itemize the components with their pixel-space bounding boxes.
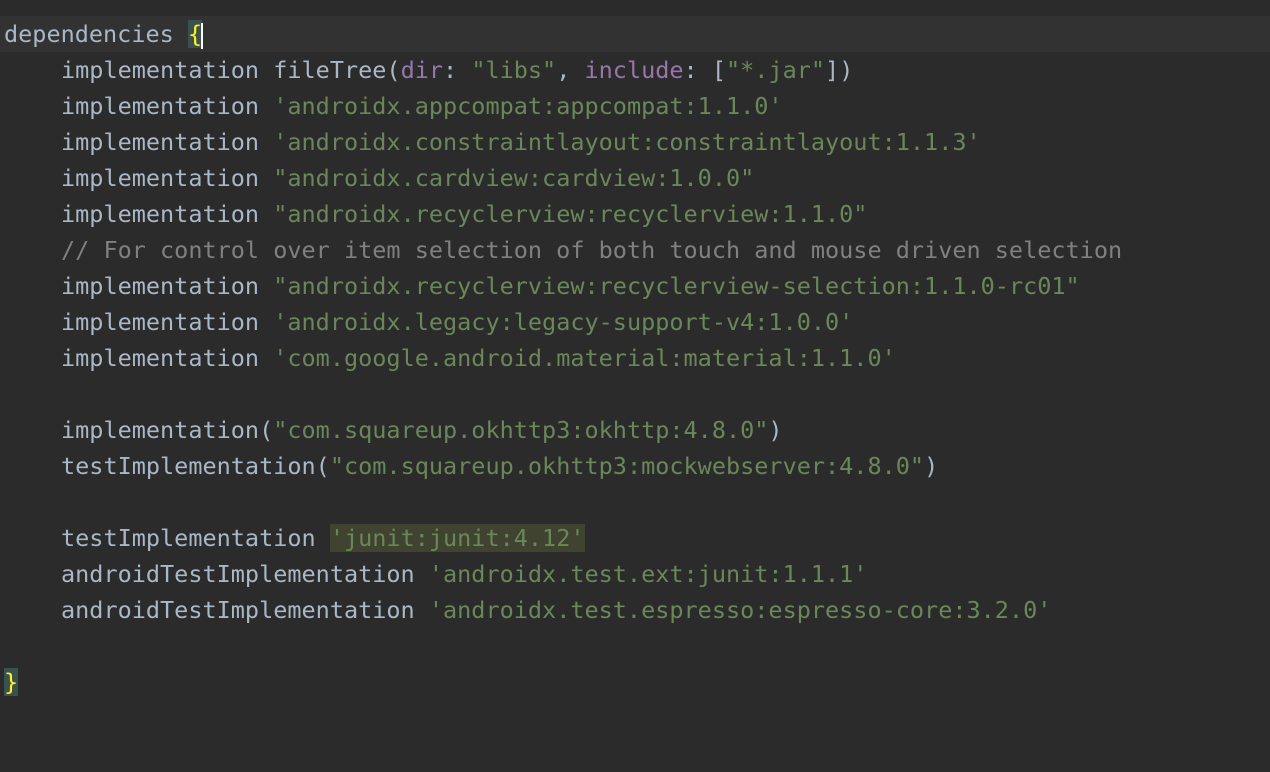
code-token: "androidx.recyclerview:recyclerview-sele… (273, 272, 1080, 300)
code-line-3[interactable]: implementation 'androidx.appcompat:appco… (0, 88, 1270, 124)
code-line-18[interactable] (0, 628, 1270, 664)
code-token: } (4, 668, 19, 696)
code-token: implementation (61, 128, 274, 156)
code-token: implementation fileTree( (61, 56, 401, 84)
line-content: // For control over item selection of bo… (61, 232, 1122, 268)
code-line-15[interactable]: testImplementation 'junit:junit:4.12' (0, 520, 1270, 556)
code-token: : [ (683, 56, 726, 84)
line-content: implementation "androidx.recyclerview:re… (61, 196, 867, 232)
code-token: dependencies (4, 20, 188, 48)
code-token: ]) (825, 56, 854, 84)
code-line-19[interactable]: } (0, 664, 1270, 700)
code-token: "androidx.recyclerview:recyclerview:1.1.… (273, 200, 868, 228)
code-token: "libs" (471, 56, 557, 84)
code-token: "com.squareup.okhttp3:okhttp:4.8.0" (273, 416, 769, 444)
code-line-2[interactable]: implementation fileTree(dir: "libs", inc… (0, 52, 1270, 88)
code-line-1[interactable]: dependencies { (0, 16, 1270, 52)
line-content: implementation 'com.google.android.mater… (61, 340, 896, 376)
code-token: 'androidx.appcompat:appcompat:1.1.0' (273, 92, 783, 120)
line-content: implementation("com.squareup.okhttp3:okh… (61, 412, 783, 448)
text-caret (201, 22, 204, 49)
line-content: implementation 'androidx.constraintlayou… (61, 124, 981, 160)
code-line-16[interactable]: androidTestImplementation 'androidx.test… (0, 556, 1270, 592)
code-token: 'androidx.test.espresso:espresso-core:3.… (428, 596, 1052, 624)
code-token: ) (768, 416, 783, 444)
code-token: 'androidx.test.ext:junit:1.1.1' (428, 560, 868, 588)
code-token: "androidx.cardview:cardview:1.0.0" (273, 164, 755, 192)
code-line-6[interactable]: implementation "androidx.recyclerview:re… (0, 196, 1270, 232)
line-content: testImplementation("com.squareup.okhttp3… (61, 448, 938, 484)
code-token: testImplementation (61, 524, 330, 552)
code-token: implementation (61, 200, 274, 228)
code-token: , (556, 56, 585, 84)
code-line-5[interactable]: implementation "androidx.cardview:cardvi… (0, 160, 1270, 196)
code-token: { (187, 20, 203, 48)
code-line-12[interactable]: implementation("com.squareup.okhttp3:okh… (0, 412, 1270, 448)
code-token: include (584, 56, 684, 84)
code-line-4[interactable]: implementation 'androidx.constraintlayou… (0, 124, 1270, 160)
code-line-11[interactable] (0, 376, 1270, 412)
line-content: implementation 'androidx.legacy:legacy-s… (61, 304, 853, 340)
code-editor[interactable]: dependencies { implementation fileTree(d… (0, 0, 1270, 702)
code-line-9[interactable]: implementation 'androidx.legacy:legacy-s… (0, 304, 1270, 340)
code-line-8[interactable]: implementation "androidx.recyclerview:re… (0, 268, 1270, 304)
code-token: 'androidx.legacy:legacy-support-v4:1.0.0… (273, 308, 854, 336)
line-content: implementation "androidx.cardview:cardvi… (61, 160, 754, 196)
code-line-7[interactable]: // For control over item selection of bo… (0, 232, 1270, 268)
code-token: "*.jar" (726, 56, 826, 84)
line-content: androidTestImplementation 'androidx.test… (61, 556, 867, 592)
code-token: implementation (61, 92, 274, 120)
code-line-13[interactable]: testImplementation("com.squareup.okhttp3… (0, 448, 1270, 484)
code-token: : (443, 56, 472, 84)
code-line-10[interactable]: implementation 'com.google.android.mater… (0, 340, 1270, 376)
code-token: dir (400, 56, 444, 84)
code-token: 'androidx.constraintlayout:constraintlay… (273, 128, 981, 156)
code-token: 'junit:junit:4.12' (329, 524, 585, 552)
code-token: androidTestImplementation (61, 560, 429, 588)
code-token: ) (924, 452, 939, 480)
line-content: implementation fileTree(dir: "libs", inc… (61, 52, 853, 88)
code-token: implementation (61, 308, 274, 336)
code-token: implementation (61, 164, 274, 192)
code-token: implementation( (61, 416, 274, 444)
line-content: dependencies { (4, 16, 204, 52)
code-line-17[interactable]: androidTestImplementation 'androidx.test… (0, 592, 1270, 628)
code-token: // For control over item selection of bo… (61, 236, 1123, 264)
code-token: 'com.google.android.material:material:1.… (273, 344, 896, 372)
code-token: testImplementation( (61, 452, 330, 480)
line-content: implementation 'androidx.appcompat:appco… (61, 88, 783, 124)
code-token: implementation (61, 272, 274, 300)
line-content: testImplementation 'junit:junit:4.12' (61, 520, 585, 556)
line-content: } (4, 664, 19, 700)
code-token: androidTestImplementation (61, 596, 429, 624)
line-content: implementation "androidx.recyclerview:re… (61, 268, 1080, 304)
code-token: implementation (61, 344, 274, 372)
code-token: "com.squareup.okhttp3:mockwebserver:4.8.… (329, 452, 925, 480)
code-line-14[interactable] (0, 484, 1270, 520)
line-content: androidTestImplementation 'androidx.test… (61, 592, 1051, 628)
